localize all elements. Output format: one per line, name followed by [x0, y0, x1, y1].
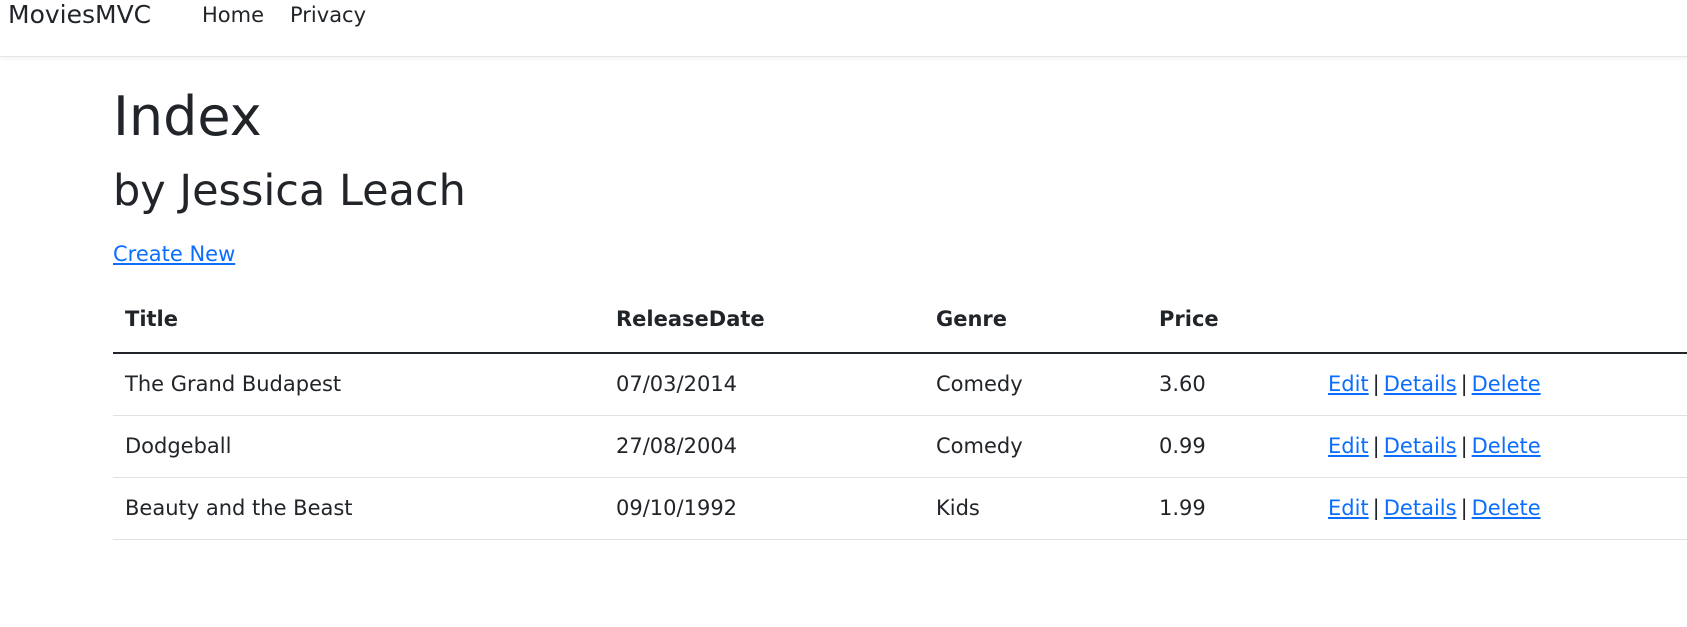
- cell-price: 3.60: [1147, 353, 1316, 416]
- action-separator: |: [1460, 496, 1468, 520]
- cell-genre: Comedy: [924, 353, 1147, 416]
- cell-genre: Comedy: [924, 415, 1147, 478]
- cell-release-date: 07/03/2014: [604, 353, 924, 416]
- edit-link[interactable]: Edit: [1328, 496, 1369, 520]
- cell-title: Dodgeball: [113, 415, 604, 478]
- action-separator: |: [1460, 434, 1468, 458]
- cell-title: Beauty and the Beast: [113, 477, 604, 540]
- nav-privacy-link[interactable]: Privacy: [290, 2, 366, 28]
- page-subtitle: by Jessica Leach: [113, 166, 466, 216]
- cell-actions: Edit | Details | Delete: [1316, 353, 1687, 416]
- cell-price: 0.99: [1147, 415, 1316, 478]
- cell-title: The Grand Budapest: [113, 353, 604, 416]
- edit-link[interactable]: Edit: [1328, 372, 1369, 396]
- cell-actions: Edit | Details | Delete: [1316, 477, 1687, 540]
- action-separator: |: [1460, 372, 1468, 397]
- action-separator: |: [1372, 496, 1380, 520]
- table-row: The Grand Budapest 07/03/2014 Comedy 3.6…: [113, 353, 1687, 416]
- delete-link[interactable]: Delete: [1472, 496, 1541, 520]
- nav-home-link[interactable]: Home: [202, 2, 264, 28]
- table-row: Dodgeball 27/08/2004 Comedy 0.99 Edit | De…: [113, 415, 1687, 478]
- cell-release-date: 09/10/1992: [604, 477, 924, 540]
- action-separator: |: [1372, 372, 1380, 397]
- header-genre: Genre: [924, 286, 1147, 354]
- page-title: Index: [113, 85, 262, 148]
- top-navbar: MoviesMVC Home Privacy: [0, 0, 1687, 57]
- movies-table: Title ReleaseDate Genre Price The Grand …: [113, 286, 1687, 540]
- cell-genre: Kids: [924, 477, 1147, 540]
- header-price: Price: [1147, 286, 1316, 354]
- cell-release-date: 27/08/2004: [604, 415, 924, 478]
- table-header-row: Title ReleaseDate Genre Price: [113, 286, 1687, 354]
- header-release-date: ReleaseDate: [604, 286, 924, 354]
- create-new-link[interactable]: Create New: [113, 241, 235, 267]
- table-row: Beauty and the Beast 09/10/1992 Kids 1.9…: [113, 477, 1687, 540]
- action-separator: |: [1372, 434, 1380, 458]
- cell-actions: Edit | Details | Delete: [1316, 415, 1687, 478]
- delete-link[interactable]: Delete: [1472, 372, 1541, 396]
- cell-price: 1.99: [1147, 477, 1316, 540]
- details-link[interactable]: Details: [1384, 372, 1457, 396]
- details-link[interactable]: Details: [1384, 496, 1457, 520]
- brand-link[interactable]: MoviesMVC: [8, 0, 151, 30]
- details-link[interactable]: Details: [1384, 434, 1457, 458]
- header-actions: [1316, 286, 1687, 354]
- delete-link[interactable]: Delete: [1472, 434, 1541, 458]
- header-title: Title: [113, 286, 604, 354]
- edit-link[interactable]: Edit: [1328, 434, 1369, 458]
